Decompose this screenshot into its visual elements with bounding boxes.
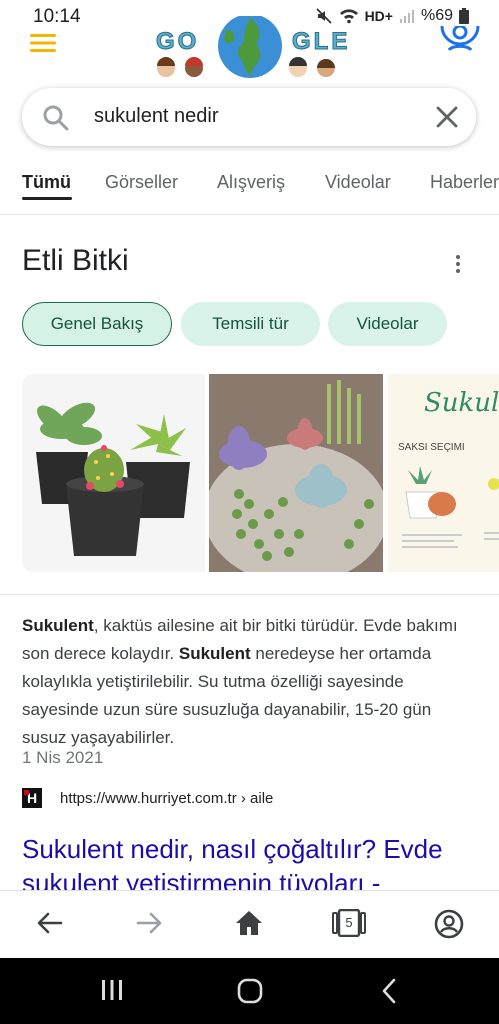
snippet-term: Sukulent: [22, 616, 94, 635]
search-input[interactable]: sukulent nedir: [94, 105, 219, 128]
home-icon[interactable]: [234, 909, 264, 942]
snippet-term-2: Sukulent: [178, 644, 251, 663]
tab-images[interactable]: Görseller: [105, 172, 178, 193]
tab-all[interactable]: Tümü: [22, 172, 71, 193]
status-icons: HD+ %69: [315, 7, 469, 25]
doodle-faces: [157, 57, 335, 77]
more-options-icon[interactable]: [448, 254, 468, 279]
doodle-letters-right: GLE: [291, 28, 351, 56]
image-potted-succulents[interactable]: [22, 374, 205, 572]
forward-arrow-icon[interactable]: [135, 909, 163, 942]
status-time: 10:14: [33, 6, 81, 27]
back-arrow-icon[interactable]: [36, 909, 64, 942]
wifi-icon: [339, 8, 359, 24]
chip-representative-species[interactable]: Temsili tür: [181, 302, 320, 346]
recent-apps-icon[interactable]: [100, 978, 124, 1007]
system-navigation-bar: [0, 958, 499, 1024]
result-source[interactable]: H https://www.hurriyet.com.tr › aile: [22, 788, 273, 808]
home-button-icon[interactable]: [237, 978, 263, 1009]
guide-illustration: [402, 466, 499, 548]
tab-news[interactable]: Haberler: [430, 172, 499, 193]
battery-icon: [459, 8, 469, 24]
tab-count: 5: [345, 915, 353, 930]
google-doodle[interactable]: GO GLE: [154, 16, 354, 86]
chip-overview[interactable]: Genel Bakış: [22, 302, 172, 346]
search-icon[interactable]: [42, 104, 70, 137]
search-tabs: Tümü Görseller Alışveriş Videolar Haberl…: [0, 158, 499, 215]
doodle-letters-left: GO: [155, 28, 200, 56]
tabs-icon[interactable]: 5: [332, 908, 366, 942]
knowledge-panel-title: Etli Bitki: [22, 244, 129, 277]
account-icon[interactable]: [440, 24, 480, 67]
tab-shopping[interactable]: Alışveriş: [217, 172, 285, 193]
mute-icon: [315, 7, 333, 25]
snippet-date: 1 Nis 2021: [22, 748, 104, 767]
chip-videos[interactable]: Videolar: [328, 302, 447, 346]
tab-videos[interactable]: Videolar: [325, 172, 391, 193]
signal-icon: [399, 8, 415, 24]
source-url[interactable]: https://www.hurriyet.com.tr › aile: [60, 790, 273, 807]
search-box[interactable]: sukulent nedir: [22, 88, 476, 146]
bottom-navigation: 5: [0, 890, 499, 959]
menu-icon[interactable]: [30, 34, 56, 57]
close-icon[interactable]: [435, 105, 459, 134]
image-succulent-guide[interactable]: Sukulent SAKSI SEÇIMI: [388, 374, 499, 572]
guide-label: SAKSI SEÇIMI: [398, 442, 465, 453]
network-type: HD+: [364, 8, 393, 24]
battery-level: %69: [420, 7, 453, 24]
active-tab-indicator: [22, 197, 72, 200]
divider: [0, 594, 499, 595]
back-button-icon[interactable]: [380, 978, 400, 1009]
hurriyet-favicon-icon: H: [22, 788, 42, 808]
account-icon[interactable]: [434, 909, 464, 944]
featured-snippet-text: Sukulent, kaktüs ailesine ait bir bitki …: [22, 612, 477, 752]
top-bar: GO GLE: [0, 16, 499, 88]
image-succulent-arrangement[interactable]: [209, 374, 383, 572]
guide-title: Sukulent: [424, 388, 499, 418]
